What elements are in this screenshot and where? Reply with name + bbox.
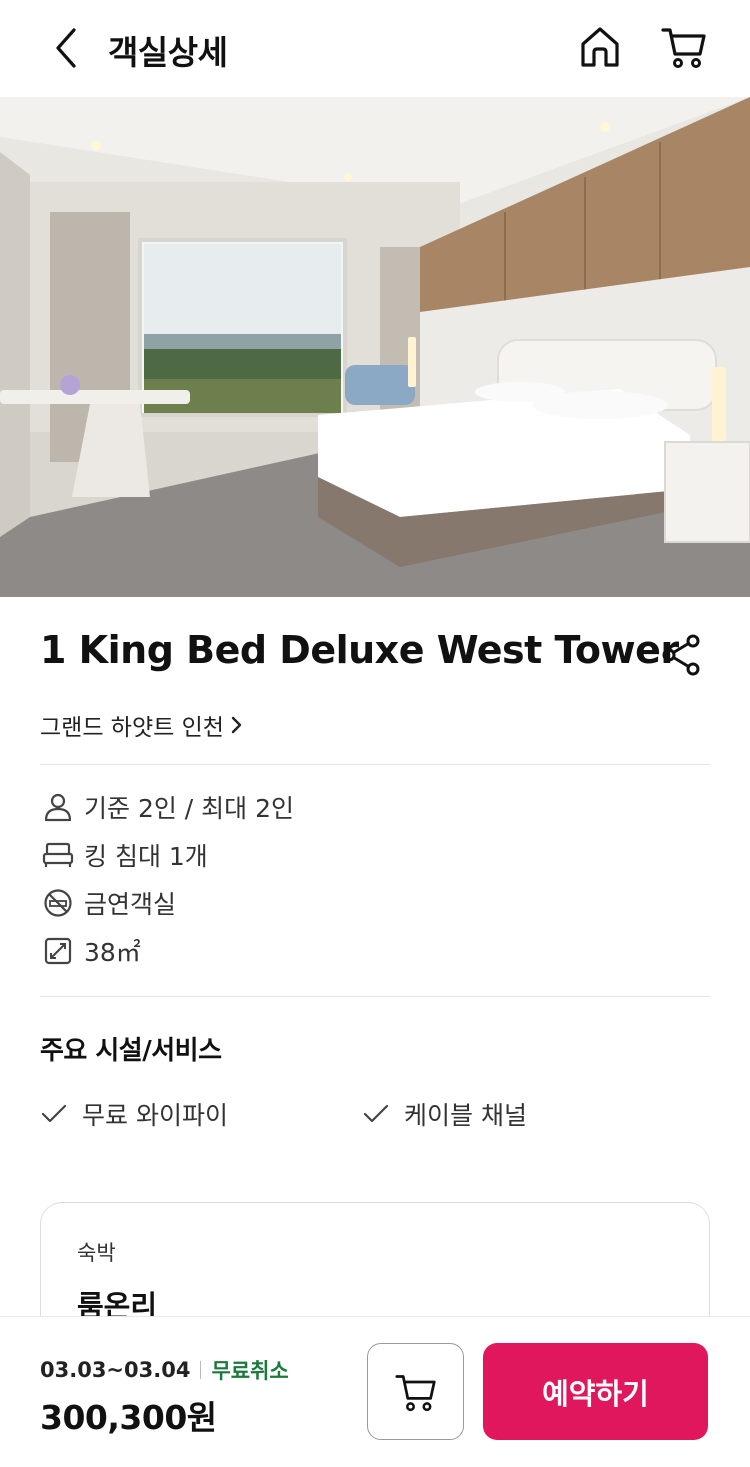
chevron-right-icon: [231, 716, 242, 734]
cart-icon[interactable]: [660, 24, 708, 70]
home-icon[interactable]: [578, 24, 622, 70]
amenity-item: 케이블 채널: [362, 1096, 527, 1132]
divider: [40, 764, 710, 765]
rate-type-label: 숙박: [77, 1241, 116, 1265]
stay-dates: 03.03~03.04: [40, 1358, 191, 1382]
amenity-label: 무료 와이파이: [82, 1101, 228, 1130]
amenities-title: 주요 시설/서비스: [40, 1036, 222, 1066]
spec-text: 38㎡: [84, 938, 141, 967]
amenity-label: 케이블 채널: [404, 1101, 527, 1130]
area-icon: [40, 933, 76, 969]
hotel-link[interactable]: 그랜드 하얏트 인천: [40, 708, 242, 742]
no-smoking-icon: [40, 885, 76, 921]
chevron-left-icon[interactable]: [46, 26, 86, 70]
check-icon: [40, 1097, 74, 1131]
total-price: 300,300원: [40, 1398, 217, 1437]
divider: [40, 996, 710, 997]
free-cancel-badge: 무료취소: [211, 1359, 289, 1383]
page-title: 객실상세: [108, 33, 228, 72]
book-button[interactable]: 예약하기: [483, 1343, 708, 1440]
add-to-cart-button[interactable]: [367, 1343, 464, 1440]
spec-area: 38㎡: [40, 931, 141, 971]
spec-text: 기준 2인 / 최대 2인: [84, 794, 295, 823]
spec-text: 금연객실: [84, 890, 177, 919]
spec-bed: 킹 침대 1개: [40, 835, 208, 875]
person-icon: [40, 789, 76, 825]
top-nav-bar: 객실상세: [0, 0, 750, 97]
share-icon[interactable]: [660, 633, 704, 677]
cart-icon: [394, 1374, 436, 1411]
room-name: 1 King Bed Deluxe West Tower: [40, 628, 679, 672]
bed-icon: [40, 837, 76, 873]
spec-smoking: 금연객실: [40, 883, 176, 923]
separator: [200, 1361, 202, 1379]
spec-occupancy: 기준 2인 / 최대 2인: [40, 787, 294, 827]
amenity-item: 무료 와이파이: [40, 1096, 228, 1132]
spec-text: 킹 침대 1개: [84, 842, 208, 871]
hotel-name: 그랜드 하얏트 인천: [40, 715, 224, 741]
check-icon: [362, 1097, 396, 1131]
room-photo[interactable]: 1/1: [0, 97, 750, 597]
stay-dates-row: 03.03~03.04 무료취소: [40, 1355, 289, 1385]
bottom-booking-bar: 03.03~03.04 무료취소 300,300원 예약하기: [0, 1316, 750, 1467]
